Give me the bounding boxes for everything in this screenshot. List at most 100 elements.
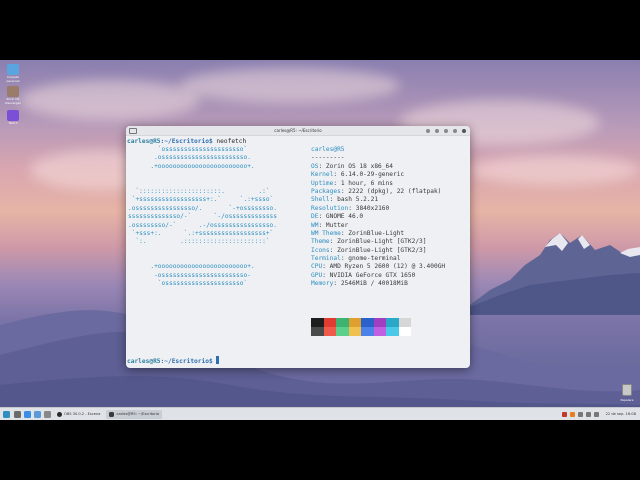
cloud: [20, 80, 200, 120]
active-prompt[interactable]: carles@R5:~/Escritorio$: [127, 356, 220, 366]
desktop-icon-twitch[interactable]: Twitch: [3, 110, 23, 126]
desktop-icon-label: Twitch: [8, 121, 18, 125]
info-key: Terminal: [311, 255, 341, 263]
info-row: Resolution: 3840x2160: [311, 205, 470, 213]
prompt-user: carles@R5: [127, 138, 161, 145]
info-row: CPU: AMD Ryzen 5 2600 (12) @ 3.400GH: [311, 263, 470, 271]
taskbar-pinned-browser[interactable]: [24, 410, 31, 419]
info-row: WM: Mutter: [311, 222, 470, 230]
browser-icon: [24, 410, 31, 418]
logo-line: `+ssssssssssssssssss+:.` `.:+ssso`: [128, 196, 274, 204]
info-value: ZorinBlue-Light [GTK2/3]: [337, 246, 427, 254]
info-key: Packages: [311, 187, 341, 195]
info-value: ZorinBlue-Light [GTK2/3]: [337, 238, 427, 246]
volume-icon[interactable]: [585, 411, 591, 417]
letterbox-top: [0, 0, 640, 60]
info-key: GPU: [311, 271, 323, 279]
info-key: Resolution: [311, 204, 349, 212]
info-value: ZorinBlue-Light: [348, 229, 405, 237]
power-icon[interactable]: [593, 411, 599, 417]
info-key: Theme: [311, 238, 330, 246]
info-colon: :: [333, 280, 341, 288]
cloud: [180, 68, 400, 103]
system-tray: 22 de sep. 16:08: [561, 411, 640, 417]
settings-icon: [44, 410, 51, 418]
info-value: 1 hour, 6 mins: [340, 179, 393, 187]
info-colon: :: [333, 171, 341, 179]
palette-swatch: [398, 318, 411, 327]
info-value: NVIDIA GeForce GTX 1650: [329, 271, 416, 279]
info-key: Shell: [311, 196, 330, 204]
zorin-logo-icon: [3, 410, 10, 418]
zorin-menu-button[interactable]: [3, 410, 10, 419]
logo-line: .ossssssso/-` .-/ossssssssssssssso.: [128, 221, 278, 229]
info-value: Mutter: [325, 221, 349, 229]
info-header: carles@R5: [311, 146, 345, 153]
logo-line: .ossssssssssssssso/. `-+ossssssso.: [128, 204, 278, 212]
logo-line: ssssssssssssso/-` `-/osssssssssssss: [128, 213, 278, 221]
network-icon[interactable]: [577, 411, 583, 417]
info-value: AMD Ryzen 5 2600 (12) @ 3.400GH: [329, 263, 446, 271]
clock[interactable]: 22 de sep. 16:08: [606, 412, 636, 416]
palette-swatch: [361, 318, 374, 327]
info-separator: ---------: [311, 154, 345, 162]
taskbar-pinned-files[interactable]: [14, 410, 21, 419]
record-icon[interactable]: [561, 411, 567, 417]
info-row: Uptime: 1 hour, 6 mins: [311, 180, 470, 188]
info-colon: :: [329, 196, 338, 204]
prompt-user: carles@R5: [127, 358, 161, 365]
prompt-path: :~/Escritorio$: [160, 138, 213, 145]
palette-swatch: [336, 327, 349, 336]
logo-line: [128, 180, 304, 188]
taskbar-pinned-settings[interactable]: [44, 410, 51, 419]
desktop-icon-software[interactable]: Zorin OS Descargas: [3, 86, 23, 105]
info-colon: :: [333, 179, 341, 187]
palette-swatch: [348, 318, 361, 327]
info-row: Theme: ZorinBlue-Light [GTK2/3]: [311, 238, 470, 246]
desktop-icon-label: Zorin OS Descargas: [5, 97, 21, 105]
system-info: carles@R5 --------- OS: Zorin OS 18 x86_…: [311, 146, 470, 289]
info-colon: :: [322, 271, 330, 279]
logo-line: .osssssssssssssssssssssso.: [128, 154, 251, 162]
info-row: Kernel: 6.14.0-29-generic: [311, 171, 470, 179]
palette-swatch: [386, 318, 399, 327]
notification-icon[interactable]: [569, 411, 575, 417]
taskbar-pinned-store[interactable]: [34, 410, 41, 419]
logo-line: [128, 247, 304, 255]
terminal-title: carles@R5: ~/Escritorio: [274, 127, 322, 133]
info-value: 2546MiB / 40018MiB: [340, 280, 408, 288]
info-value: 3840x2160: [355, 204, 390, 212]
info-colon: :: [318, 221, 326, 229]
logo-line: .+oooooooooooooooooooooooo+.: [128, 263, 255, 271]
task-label: carles@R5: ~/Escritorio: [116, 412, 160, 416]
info-colon: :: [329, 238, 338, 246]
task-terminal[interactable]: carles@R5: ~/Escritorio: [106, 409, 163, 419]
home-folder-icon: [7, 64, 19, 75]
letterbox-bottom: [0, 420, 640, 480]
palette-swatch: [348, 327, 361, 336]
info-key: Memory: [311, 280, 334, 288]
info-row: Icons: ZorinBlue-Light [GTK2/3]: [311, 247, 470, 255]
obs-icon: [57, 411, 62, 417]
desktop-icon-home[interactable]: Carpeta personal: [3, 64, 23, 83]
terminal-output[interactable]: carles@R5:~/Escritorio$ neofetch `osssss…: [127, 138, 468, 366]
info-row: Shell: bash 5.2.21: [311, 196, 470, 204]
info-value: GNOME 46.0: [325, 213, 364, 221]
info-value: gnome-terminal: [348, 255, 401, 263]
palette-swatch: [311, 318, 324, 327]
distro-ascii-logo: `osssssssssssssssssssso` .osssssssssssss…: [128, 146, 304, 289]
task-label: OBS 30.0.2 - Escena: [64, 412, 101, 416]
desktop-icon-trash[interactable]: Papelera: [616, 384, 638, 402]
palette-swatch: [311, 327, 324, 336]
cloud: [470, 155, 640, 185]
info-colon: :: [318, 162, 326, 170]
logo-line: `:. .::::::::::::::::::::::`: [128, 238, 270, 246]
logo-line: [128, 255, 304, 263]
prompt-command: neofetch: [212, 138, 247, 145]
terminal-titlebar[interactable]: carles@R5: ~/Escritorio: [126, 126, 470, 136]
logo-line: .+oooooooooooooooooooooooo+.: [128, 162, 255, 170]
task-obs[interactable]: OBS 30.0.2 - Escena: [54, 410, 103, 419]
desktop-icon-label: Carpeta personal: [6, 75, 20, 83]
info-row: Terminal: gnome-terminal: [311, 255, 470, 263]
terminal-window[interactable]: carles@R5: ~/Escritorio carles@R5:~/Escr…: [126, 126, 470, 368]
